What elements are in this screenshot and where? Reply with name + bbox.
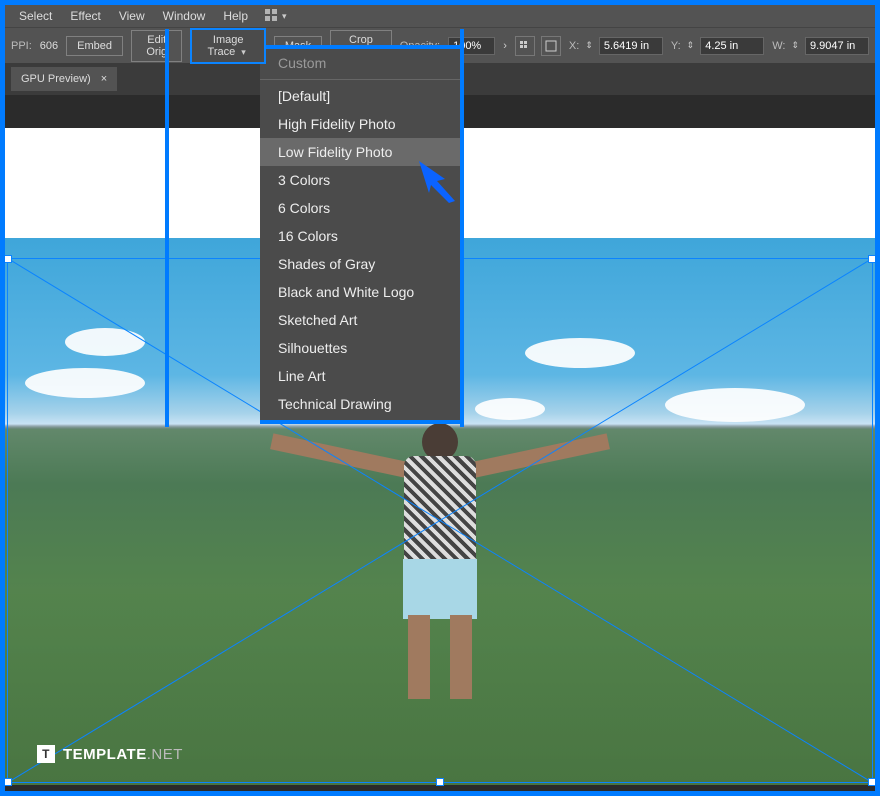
trace-preset-shades-of-gray[interactable]: Shades of Gray: [260, 250, 460, 278]
watermark-brand: TEMPLATE: [63, 746, 147, 763]
y-label: Y:: [671, 40, 681, 52]
w-input[interactable]: [805, 37, 869, 55]
close-icon[interactable]: ×: [101, 73, 107, 85]
watermark-suffix: .NET: [147, 746, 183, 763]
y-input[interactable]: [700, 37, 764, 55]
menu-effect[interactable]: Effect: [62, 6, 108, 26]
stepper-icon[interactable]: ⇕: [582, 40, 596, 51]
ppi-label: PPI:: [11, 40, 32, 52]
trace-preset-default[interactable]: [Default]: [260, 82, 460, 110]
ppi-value: 606: [40, 40, 58, 52]
menu-separator: [260, 79, 460, 80]
chevron-down-icon[interactable]: ▾: [282, 11, 287, 22]
trace-preset-custom: Custom: [260, 49, 460, 77]
image-trace-dropdown: Custom [Default] High Fidelity Photo Low…: [260, 45, 460, 424]
stepper-icon[interactable]: ⇕: [684, 40, 698, 51]
trace-preset-technical-drawing[interactable]: Technical Drawing: [260, 390, 460, 418]
x-input[interactable]: [599, 37, 663, 55]
document-tab-title: GPU Preview): [21, 73, 91, 85]
selection-handle[interactable]: [5, 255, 12, 263]
chevron-down-icon: ▾: [238, 47, 249, 57]
workspace-switcher-icon[interactable]: [264, 8, 278, 25]
menu-view[interactable]: View: [111, 6, 153, 26]
watermark: T TEMPLATE.NET: [37, 745, 183, 763]
trace-preset-high-fidelity[interactable]: High Fidelity Photo: [260, 110, 460, 138]
menu-bar: Select Effect View Window Help ▾: [5, 5, 875, 27]
document-tab[interactable]: GPU Preview) ×: [11, 67, 117, 91]
selection-handle[interactable]: [5, 778, 12, 786]
menu-window[interactable]: Window: [155, 6, 214, 26]
image-trace-button[interactable]: Image Trace ▾: [190, 28, 265, 64]
edit-original-button[interactable]: Edit Orig: [131, 30, 182, 62]
chevron-right-icon[interactable]: ›: [503, 40, 507, 52]
selection-handle[interactable]: [868, 778, 875, 786]
x-label: X:: [569, 40, 579, 52]
stepper-icon[interactable]: ⇕: [788, 40, 802, 51]
trace-preset-line-art[interactable]: Line Art: [260, 362, 460, 390]
trace-preset-bw-logo[interactable]: Black and White Logo: [260, 278, 460, 306]
annotation-highlight-border: [460, 29, 464, 427]
trace-preset-silhouettes[interactable]: Silhouettes: [260, 334, 460, 362]
trace-preset-16-colors[interactable]: 16 Colors: [260, 222, 460, 250]
annotation-arrow-icon: [415, 157, 463, 205]
selection-handle[interactable]: [436, 778, 444, 786]
menu-select[interactable]: Select: [11, 6, 60, 26]
w-label: W:: [772, 40, 785, 52]
watermark-logo-icon: T: [37, 745, 55, 763]
embed-button[interactable]: Embed: [66, 36, 123, 56]
annotation-highlight-border: [165, 29, 169, 427]
trace-preset-sketched-art[interactable]: Sketched Art: [260, 306, 460, 334]
transform-icon[interactable]: [541, 36, 561, 56]
menu-help[interactable]: Help: [215, 6, 256, 26]
align-icon[interactable]: [515, 36, 535, 56]
selection-handle[interactable]: [868, 255, 875, 263]
